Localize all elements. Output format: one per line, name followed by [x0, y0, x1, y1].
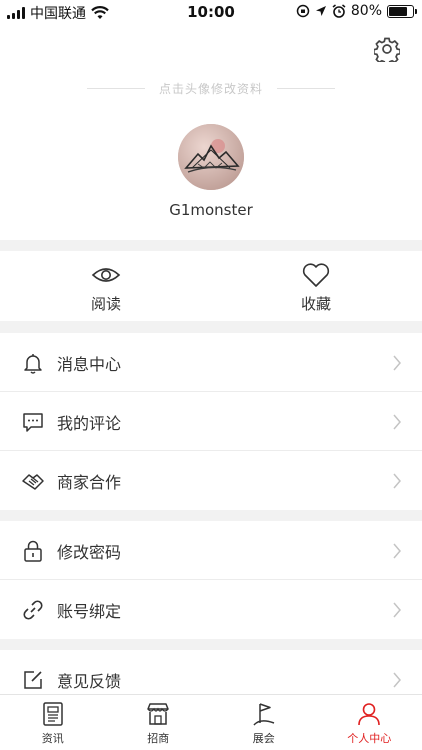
chevron-right-icon — [393, 543, 401, 559]
heart-icon — [302, 263, 330, 287]
avatar[interactable] — [178, 124, 244, 190]
news-icon — [43, 702, 63, 726]
chevron-right-icon — [393, 414, 401, 430]
favorite-label: 收藏 — [300, 295, 331, 313]
edit-profile-hint-text: 点击头像修改资料 — [158, 82, 263, 96]
tab-exhibitions[interactable]: 展会 — [211, 695, 317, 750]
menu-label: 修改密码 — [57, 543, 122, 562]
menu-label: 意见反馈 — [57, 672, 122, 691]
tab-bar: 资讯 招商 展会 个人中心 — [0, 694, 422, 750]
read-label: 阅读 — [90, 295, 121, 313]
orientation-lock-icon — [296, 4, 310, 18]
chevron-right-icon — [393, 672, 401, 688]
avatar-image — [178, 124, 244, 190]
menu-item-message-center[interactable]: 消息中心 — [0, 333, 422, 392]
tab-label: 个人中心 — [347, 732, 392, 745]
tab-label: 招商 — [147, 732, 170, 745]
comment-icon — [23, 413, 43, 432]
menu-item-my-comments[interactable]: 我的评论 — [0, 392, 422, 451]
status-right: 80% — [296, 3, 417, 19]
menu-label: 消息中心 — [57, 355, 122, 374]
chevron-right-icon — [393, 355, 401, 371]
chevron-right-icon — [393, 473, 401, 489]
edit-icon — [24, 671, 42, 689]
username: G1monster — [169, 201, 253, 219]
read-button[interactable]: 阅读 — [56, 262, 156, 318]
tab-label: 资讯 — [41, 732, 64, 745]
battery-icon — [387, 4, 417, 18]
tab-news[interactable]: 资讯 — [0, 695, 106, 750]
bell-icon — [24, 354, 42, 374]
lock-icon — [24, 540, 42, 562]
section-divider — [0, 240, 422, 251]
flag-icon — [253, 703, 275, 726]
status-bar: 中国联通 10:00 80% — [0, 0, 422, 24]
section-divider — [0, 510, 422, 521]
eye-icon — [91, 268, 121, 282]
favorite-button[interactable]: 收藏 — [266, 262, 366, 318]
tab-label: 展会 — [252, 732, 275, 745]
battery-percent: 80% — [350, 3, 382, 19]
menu-item-business-cooperation[interactable]: 商家合作 — [0, 451, 422, 510]
menu-item-account-binding[interactable]: 账号绑定 — [0, 580, 422, 639]
menu-label: 我的评论 — [57, 414, 122, 433]
menu-item-change-password[interactable]: 修改密码 — [0, 521, 422, 580]
person-icon — [358, 703, 381, 726]
hint-divider-left — [86, 88, 145, 89]
chevron-right-icon — [393, 602, 401, 618]
link-icon — [23, 600, 43, 620]
location-icon — [315, 6, 326, 16]
edit-profile-hint: 点击头像修改资料 — [0, 80, 422, 97]
handshake-icon — [22, 474, 44, 490]
section-divider — [0, 321, 422, 333]
menu-label: 商家合作 — [57, 473, 122, 492]
tab-merchants[interactable]: 招商 — [106, 695, 212, 750]
hint-divider-right — [277, 88, 335, 89]
alarm-icon — [332, 4, 346, 18]
section-divider — [0, 639, 422, 650]
menu-label: 账号绑定 — [57, 602, 122, 621]
settings-gear-icon[interactable] — [374, 36, 400, 62]
tab-personal-center[interactable]: 个人中心 — [317, 695, 422, 750]
store-icon — [147, 703, 169, 725]
